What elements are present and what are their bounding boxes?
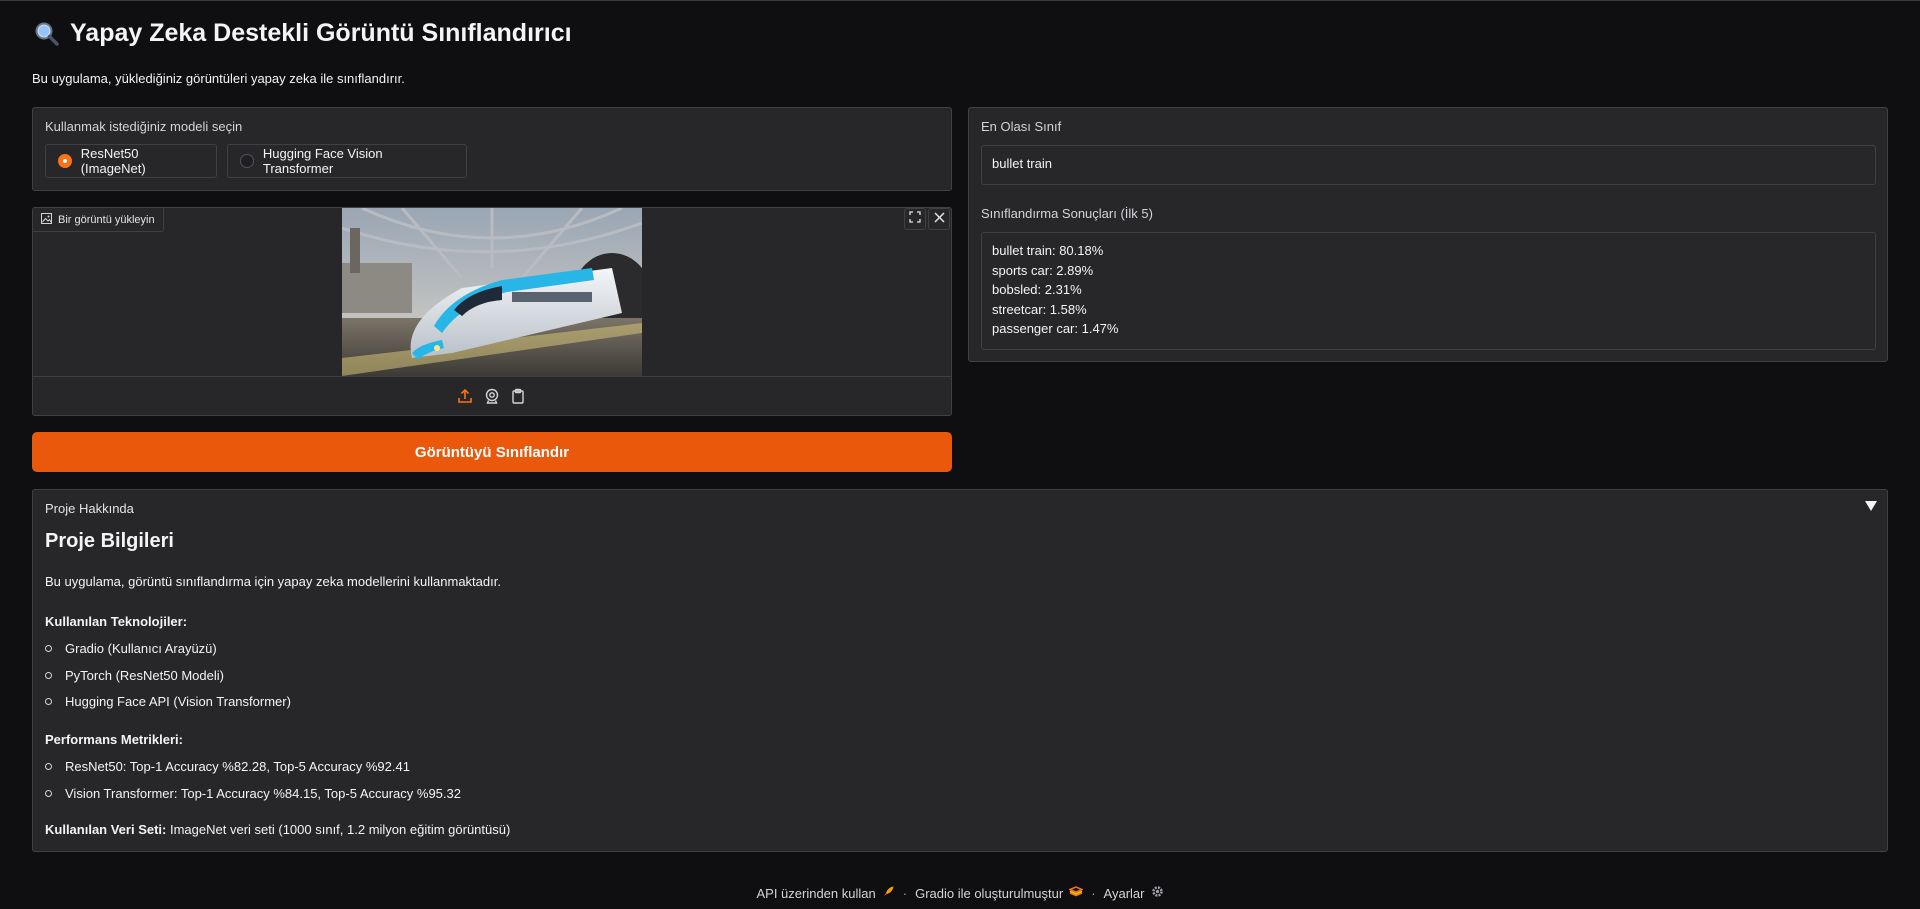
about-accordion: Proje Hakkında Proje Bilgileri Bu uygula…	[32, 489, 1888, 852]
model-select-label: Kullanmak istediğiniz modeli seçin	[45, 119, 243, 134]
bullet-icon	[45, 645, 52, 652]
api-link[interactable]: API üzerinden kullan	[756, 885, 894, 901]
radio-option-resnet50[interactable]: ResNet50 (ImageNet)	[45, 144, 217, 178]
footer: API üzerinden kullan · Gradio ile oluştu…	[0, 885, 1920, 901]
fullscreen-button[interactable]	[904, 208, 926, 230]
app-description: Bu uygulama, yüklediğiniz görüntüleri ya…	[32, 71, 405, 86]
dataset-label: Kullanılan Veri Seti:	[45, 822, 167, 837]
footer-separator: ·	[902, 885, 908, 901]
rocket-icon	[882, 885, 895, 901]
radio-option-label: Hugging Face Vision Transformer	[262, 146, 383, 176]
result-line: bullet train: 80.18%	[992, 243, 1104, 258]
api-link-label: API üzerinden kullan	[756, 885, 876, 901]
metric-item: Vision Transformer: Top-1 Accuracy %84.1…	[65, 786, 461, 801]
result-line: bobsled: 2.31%	[992, 282, 1082, 297]
result-line: sports car: 2.89%	[992, 262, 1094, 278]
magnifier-icon	[34, 21, 60, 47]
radio-unchecked-icon[interactable]	[240, 154, 254, 168]
webcam-icon	[484, 388, 500, 408]
dataset-line: Kullanılan Veri Seti: ImageNet veri seti…	[45, 822, 510, 837]
top5-label: Sınıflandırma Sonuçları (İlk 5)	[981, 206, 1153, 221]
tech-item: PyTorch (ResNet50 Modeli)	[65, 668, 224, 683]
footer-separator: ·	[1091, 885, 1096, 901]
classify-button[interactable]: Görüntüyü Sınıflandır	[32, 432, 952, 472]
image-upload-label-text: Bir görüntü yükleyin	[58, 213, 155, 226]
clipboard-icon	[510, 388, 526, 408]
metrics-heading: Performans Metrikleri:	[45, 732, 183, 747]
bullet-icon	[45, 790, 52, 797]
close-button[interactable]	[928, 208, 950, 230]
bullet-icon	[45, 763, 52, 770]
prediction-value: bullet train	[992, 156, 1052, 171]
model-select-panel: Kullanmak istediğiniz modeli seçin ResNe…	[32, 107, 952, 191]
app-title: Yapay Zeka Destekli Görüntü Sınıflandırı…	[34, 19, 572, 48]
image-icon	[41, 212, 52, 227]
upload-icon	[457, 388, 473, 408]
gradio-link-label: Gradio ile oluşturulmuştur	[915, 885, 1064, 901]
dataset-value: ImageNet veri seti (1000 sınıf, 1.2 mily…	[166, 822, 511, 837]
about-heading: Proje Bilgileri	[45, 530, 174, 552]
gradio-logo-icon	[1068, 885, 1085, 901]
fullscreen-icon	[909, 210, 921, 228]
tech-item: Gradio (Kullanıcı Arayüzü)	[65, 641, 217, 656]
prediction-textbox[interactable]: bullet train	[981, 145, 1876, 185]
image-upload-label: Bir görüntü yükleyin	[33, 208, 164, 232]
gradio-link[interactable]: Gradio ile oluşturulmuştur	[915, 885, 1085, 901]
bullet-icon	[45, 698, 52, 705]
radio-checked-icon[interactable]	[58, 154, 72, 168]
upload-source-button[interactable]	[457, 388, 473, 404]
accordion-label: Proje Hakkında	[45, 501, 134, 516]
close-icon	[933, 210, 945, 228]
metric-item: ResNet50: Top-1 Accuracy %82.28, Top-5 A…	[65, 759, 410, 774]
webcam-source-button[interactable]	[484, 388, 500, 404]
result-line: streetcar: 1.58%	[992, 301, 1087, 317]
gear-icon	[1151, 885, 1164, 901]
about-intro: Bu uygulama, görüntü sınıflandırma için …	[45, 574, 501, 589]
tech-item: Hugging Face API (Vision Transformer)	[65, 694, 291, 709]
tech-heading: Kullanılan Teknolojiler:	[45, 614, 188, 629]
triangle-down-icon[interactable]	[1865, 500, 1877, 515]
settings-link[interactable]: Ayarlar	[1104, 885, 1164, 901]
prediction-label: En Olası Sınıf	[981, 119, 1062, 134]
results-panel: En Olası Sınıf bullet train Sınıflandırm…	[968, 107, 1888, 362]
bullet-icon	[45, 672, 52, 679]
uploaded-image	[341, 208, 652, 376]
radio-option-vit[interactable]: Hugging Face Vision Transformer	[227, 144, 467, 178]
clipboard-source-button[interactable]	[510, 388, 526, 404]
settings-link-label: Ayarlar	[1103, 885, 1145, 901]
app-title-text: Yapay Zeka Destekli Görüntü Sınıflandırı…	[70, 19, 572, 47]
top5-textbox[interactable]: bullet train: 80.18% sports car: 2.89% b…	[981, 232, 1876, 350]
result-line: passenger car: 1.47%	[992, 321, 1119, 336]
image-upload-panel[interactable]: Bir görüntü yükleyin	[32, 207, 952, 416]
radio-option-label: ResNet50 (ImageNet)	[80, 146, 146, 176]
accordion-header[interactable]: Proje Hakkında	[33, 490, 1887, 520]
